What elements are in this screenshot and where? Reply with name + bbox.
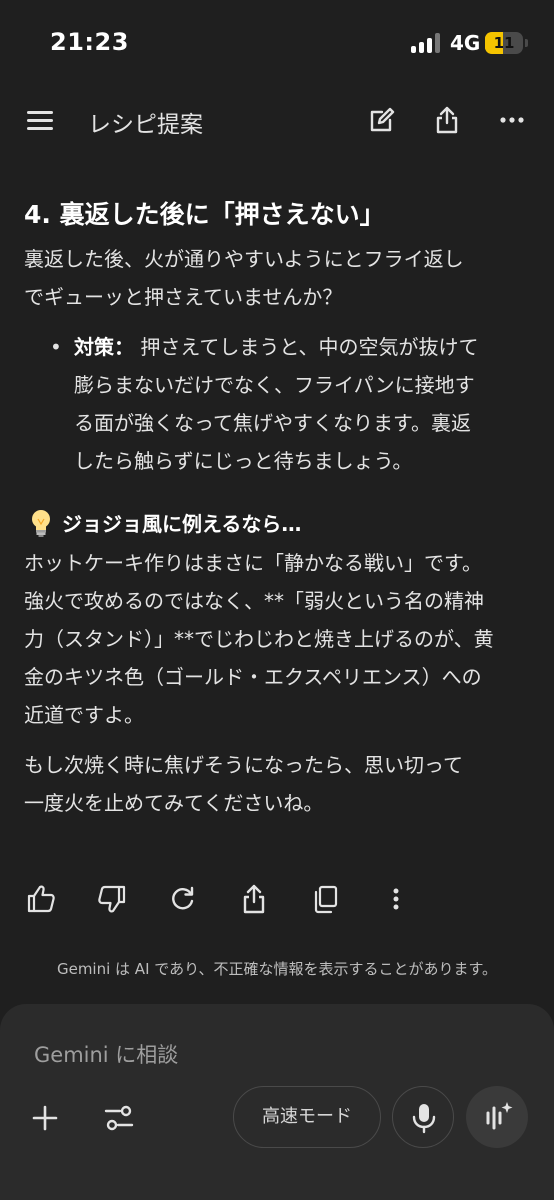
status-time: 21:23	[50, 28, 129, 56]
section-heading: 4. 裏返した後に「押さえない」	[24, 200, 385, 229]
battery-tip	[525, 39, 528, 47]
text-line: でギューッと押さえていませんか？	[24, 285, 343, 309]
text-line: 裏返した後、火が通りやすいようにとフライ返し	[24, 247, 464, 271]
add-icon[interactable]	[30, 1103, 60, 1133]
tip-paragraph: ホットケーキ作りはまさに「静かなる戦い」です。 強火で攻めるのではなく、**「弱…	[24, 544, 530, 734]
tools-icon[interactable]	[103, 1103, 135, 1133]
copy-icon[interactable]	[308, 882, 342, 916]
microphone-icon	[412, 1104, 436, 1134]
text-line: る面が強くなって焦げやすくなります。裏返	[74, 411, 471, 435]
lightbulb-icon	[30, 509, 52, 537]
menu-icon[interactable]	[26, 108, 56, 134]
microphone-button[interactable]	[392, 1086, 454, 1148]
bullet-item: • 対策： 押さえてしまうと、中の空気が抜けて 膨らまないだけでなく、フライパン…	[24, 328, 530, 480]
thumbs-up-icon[interactable]	[24, 882, 58, 916]
chat-title: レシピ提案	[88, 112, 203, 138]
response-actions	[0, 880, 554, 920]
intro-paragraph: 裏返した後、火が通りやすいようにとフライ返し でギューッと押さえていませんか？	[24, 240, 530, 316]
composer: 高速モード	[0, 1004, 554, 1200]
status-bar: 21:23 4G 11	[0, 0, 554, 88]
closing-paragraph: もし次焼く時に焦げそうになったら、思い切って 一度火を止めてみてくださいね。	[24, 746, 530, 822]
live-sparkle-icon	[486, 1102, 513, 1130]
battery-icon: 11	[485, 32, 523, 54]
network-type: 4G	[450, 31, 481, 55]
share-icon[interactable]	[237, 882, 271, 916]
tip-heading-text: ジョジョ風に例えるなら…	[62, 512, 302, 536]
text-line: 強火で攻めるのではなく、**「弱火という名の精神	[24, 589, 484, 613]
gemini-chat-screen: 21:23 4G 11 レシピ提案 4. 裏返した後に「押さえない」 裏返した後…	[0, 0, 554, 1200]
text-line: 金のキツネ色（ゴールド・エクスペリエンス）への	[24, 665, 482, 689]
mode-selector-button[interactable]: 高速モード	[233, 1086, 381, 1148]
live-voice-button[interactable]	[466, 1086, 528, 1148]
disclaimer-text: Gemini は AI であり、不正確な情報を表示することがあります。	[56, 960, 498, 978]
bullet-dot: •	[50, 335, 62, 359]
text-line: 膨らまないだけでなく、フライパンに接地す	[74, 373, 475, 397]
text-line: 一度火を止めてみてくださいね。	[24, 791, 324, 815]
tip-heading: ジョジョ風に例えるなら…	[24, 504, 530, 544]
app-header: レシピ提案	[0, 96, 554, 146]
cellular-signal-icon	[411, 33, 443, 53]
regenerate-icon[interactable]	[166, 882, 200, 916]
battery-level: 11	[493, 34, 515, 52]
text-line: もし次焼く時に焦げそうになったら、思い切って	[24, 753, 463, 777]
text-line: したら触らずにじっと待ちましょう。	[74, 449, 413, 473]
share-icon[interactable]	[432, 105, 462, 135]
more-vertical-icon[interactable]	[379, 882, 413, 916]
prompt-input[interactable]	[34, 1038, 504, 1072]
text-line: ホットケーキ作りはまさに「静かなる戦い」です。	[24, 551, 482, 575]
thumbs-down-icon[interactable]	[95, 882, 129, 916]
bullet-label: 対策：	[74, 335, 134, 359]
response-content: 4. 裏返した後に「押さえない」 裏返した後、火が通りやすいようにとフライ返し …	[24, 190, 530, 822]
text-line: 力（スタンド）」**でじわじわと焼き上げるのが、黄	[24, 627, 494, 651]
edit-icon[interactable]	[367, 105, 397, 135]
text-line: 近道ですよ。	[24, 703, 144, 727]
text-line: 押さえてしまうと、中の空気が抜けて	[140, 335, 479, 359]
more-icon[interactable]	[497, 105, 527, 135]
